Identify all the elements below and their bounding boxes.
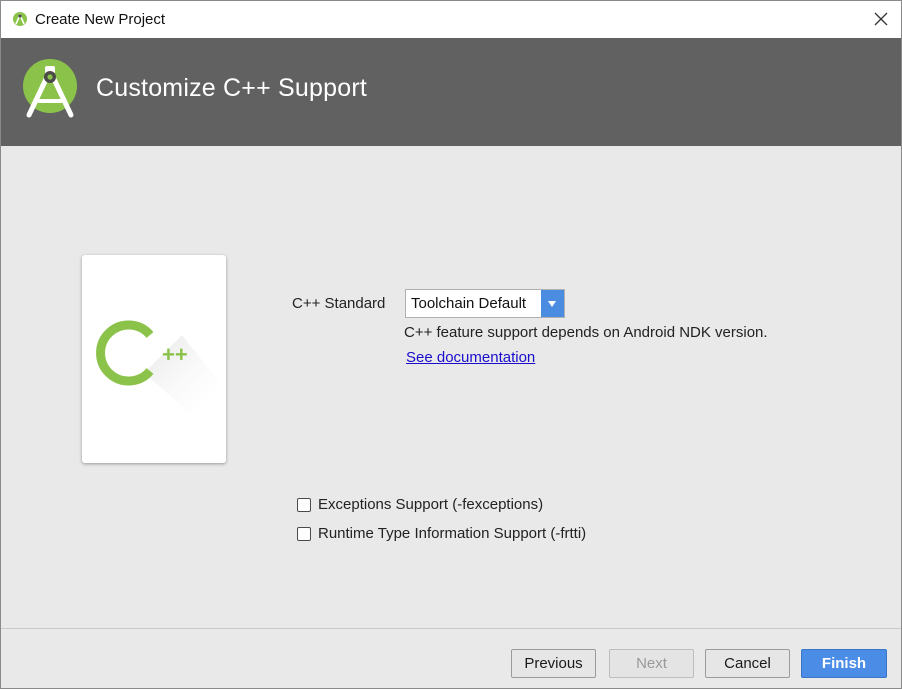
- chevron-down-icon[interactable]: [541, 290, 564, 317]
- rtti-support-label[interactable]: Runtime Type Information Support (-frtti…: [318, 525, 586, 542]
- cpp-card: ++: [82, 255, 226, 463]
- header-banner: Customize C++ Support: [1, 38, 901, 146]
- see-documentation-link[interactable]: See documentation: [406, 349, 535, 366]
- footer-divider: [1, 628, 901, 629]
- exceptions-support-checkbox[interactable]: [297, 497, 311, 512]
- android-studio-small-icon: [13, 12, 27, 26]
- next-button[interactable]: Next: [609, 649, 694, 678]
- cpp-standard-label: C++ Standard: [292, 295, 386, 312]
- cpp-icon: ++: [96, 320, 222, 415]
- ndk-hint-text: C++ feature support depends on Android N…: [404, 324, 768, 341]
- android-studio-logo: [23, 59, 77, 118]
- previous-button[interactable]: Previous: [511, 649, 596, 678]
- exceptions-support-label[interactable]: Exceptions Support (-fexceptions): [318, 496, 543, 513]
- rtti-support-option[interactable]: Runtime Type Information Support (-frtti…: [297, 525, 586, 542]
- finish-button[interactable]: Finish: [801, 649, 887, 678]
- cpp-plus-glyph: ++: [162, 342, 188, 367]
- cpp-standard-select[interactable]: Toolchain Default: [405, 289, 565, 318]
- window-title: Create New Project: [35, 11, 166, 28]
- dialog-window: Create New Project Customize C++ Support: [0, 0, 902, 689]
- exceptions-support-option[interactable]: Exceptions Support (-fexceptions): [297, 496, 543, 513]
- cancel-button[interactable]: Cancel: [705, 649, 790, 678]
- close-icon[interactable]: [871, 9, 891, 29]
- rtti-support-checkbox[interactable]: [297, 526, 311, 541]
- cpp-standard-value: Toolchain Default: [411, 295, 527, 312]
- title-bar: Create New Project: [1, 1, 901, 38]
- page-heading: Customize C++ Support: [96, 74, 367, 102]
